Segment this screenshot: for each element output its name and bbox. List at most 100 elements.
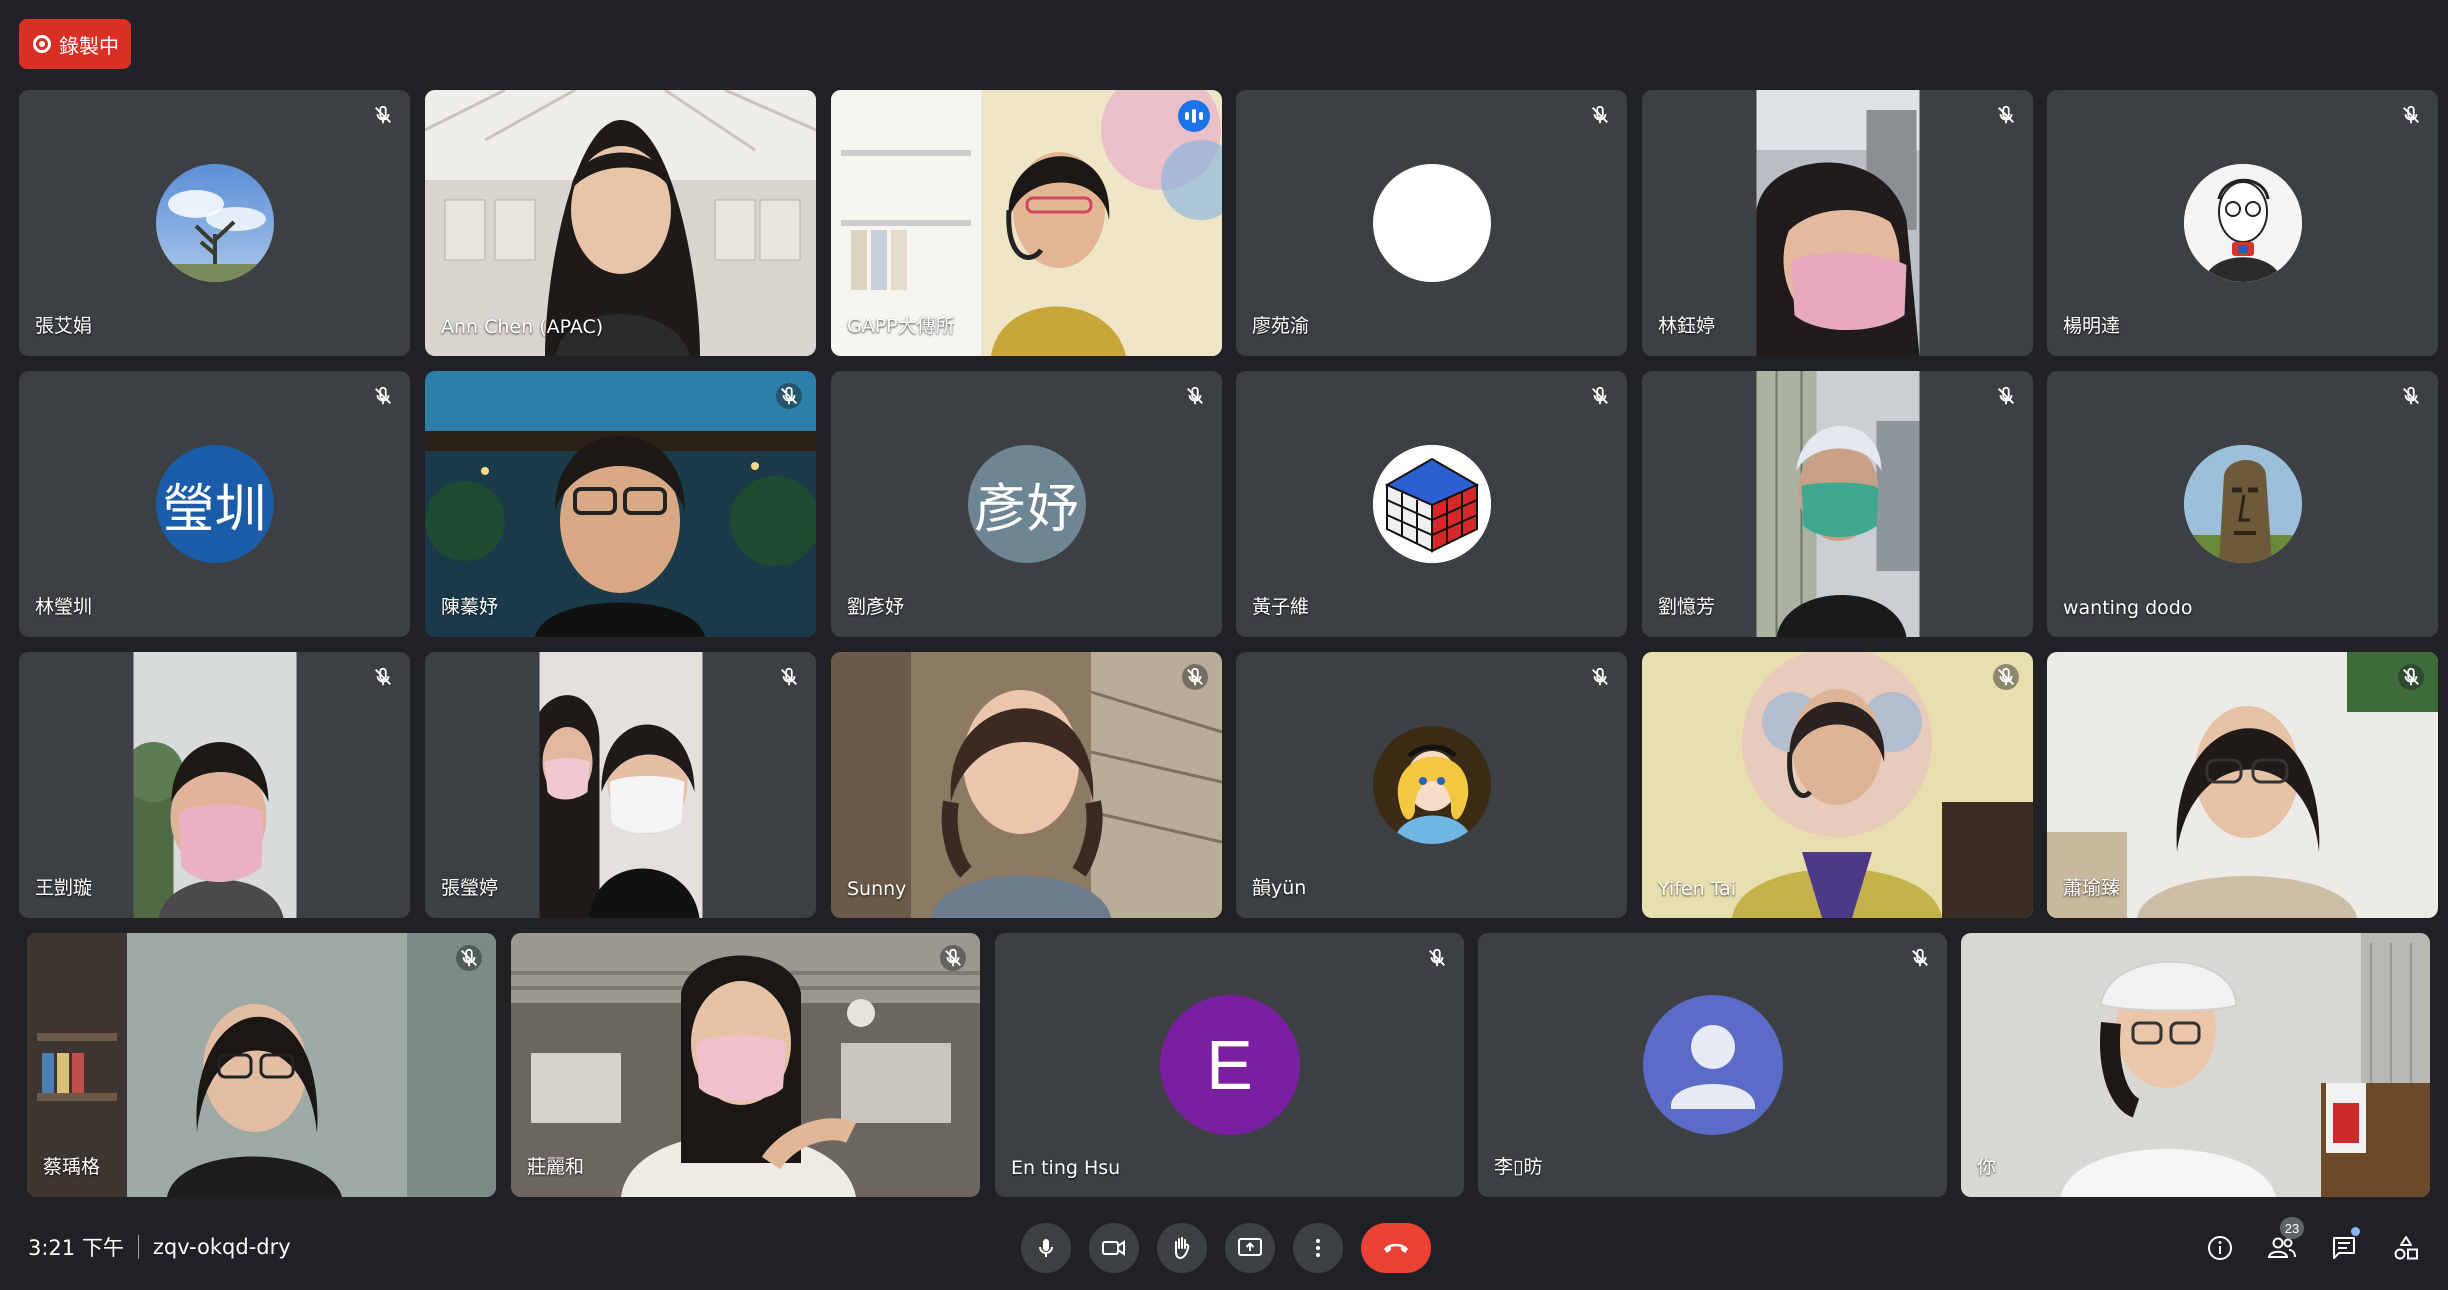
participant-name: 韻yün <box>1252 877 1307 899</box>
present-icon <box>1238 1238 1262 1256</box>
people-button[interactable]: 23 <box>2258 1217 2306 1273</box>
participant-name: Yifen Tai <box>1658 878 1737 900</box>
participant-name: En ting Hsu <box>1011 1157 1121 1179</box>
mic-off-icon <box>370 383 396 409</box>
participant-tile[interactable]: 蔡瑀格 <box>27 933 496 1197</box>
participant-tile-self[interactable]: 你 <box>1961 933 2430 1197</box>
avatar <box>155 164 274 282</box>
meeting-code[interactable]: zqv-okqd-dry <box>153 1235 291 1259</box>
participant-name: GAPP大傳所 <box>847 315 955 337</box>
participant-name: 李▯昉 <box>1494 1156 1543 1178</box>
mic-off-icon <box>776 383 802 409</box>
present-button[interactable] <box>1225 1223 1275 1273</box>
participant-name: 莊麗和 <box>527 1156 585 1178</box>
participant-tile[interactable]: 蕭瑜臻 <box>2047 652 2438 918</box>
unread-dot <box>2351 1227 2360 1236</box>
participant-name: 蔡瑀格 <box>43 1156 101 1178</box>
side-panel-controls: 23 <box>2196 1217 2430 1273</box>
mic-icon <box>1039 1239 1053 1257</box>
meeting-info: 3:21 下午 zqv-okqd-dry <box>28 1232 291 1262</box>
video-feed <box>1961 933 2430 1197</box>
person-icon <box>1670 1025 1755 1109</box>
end-call-button[interactable] <box>1361 1223 1431 1273</box>
bottom-bar: 3:21 下午 zqv-okqd-dry 23 <box>0 1210 2448 1290</box>
participant-tile[interactable]: 廖苑渝 <box>1236 90 1627 356</box>
participant-name: 黃子維 <box>1252 596 1310 618</box>
chat-icon <box>2333 1237 2355 1259</box>
mic-off-icon <box>1993 383 2019 409</box>
mic-off-icon <box>370 664 396 690</box>
participants-count-badge: 23 <box>2280 1217 2304 1239</box>
participant-name: 陳蓁妤 <box>441 596 499 618</box>
raise-hand-icon <box>1175 1237 1190 1260</box>
participant-tile[interactable]: wanting dodo <box>2047 371 2438 637</box>
participant-name: 張瑩婷 <box>441 877 499 899</box>
mic-off-icon <box>1587 383 1613 409</box>
record-icon <box>33 35 51 53</box>
end-call-icon <box>1384 1243 1408 1253</box>
participant-name: Sunny <box>847 878 907 900</box>
raise-hand-button[interactable] <box>1157 1223 1207 1273</box>
participant-name: 廖苑渝 <box>1252 315 1310 337</box>
camera-icon <box>1102 1240 1125 1256</box>
mic-off-icon <box>776 664 802 690</box>
video-feed <box>1756 90 1919 356</box>
participant-tile[interactable]: 李▯昉 <box>1478 933 1947 1197</box>
avatar: E <box>1159 995 1300 1135</box>
participant-name: 張艾娟 <box>35 315 93 337</box>
activities-button[interactable] <box>2382 1223 2430 1273</box>
mic-off-icon <box>2398 664 2424 690</box>
participant-tile[interactable]: GAPP大傳所 <box>831 90 1222 356</box>
participant-tile[interactable]: 劉憶芳 <box>1642 371 2033 637</box>
participant-name: 蕭瑜臻 <box>2063 877 2121 899</box>
mic-off-icon <box>1424 945 1450 971</box>
participant-tile[interactable]: E En ting Hsu <box>995 933 1464 1197</box>
participant-tile[interactable]: 楊明達 <box>2047 90 2438 356</box>
participant-tile[interactable]: 黃子維 <box>1236 371 1627 637</box>
participant-tile[interactable]: 彥妤 劉彥妤 <box>831 371 1222 637</box>
mic-off-icon <box>1182 664 1208 690</box>
participant-name: wanting dodo <box>2063 597 2193 619</box>
mic-button[interactable] <box>1021 1223 1071 1273</box>
mic-off-icon <box>1182 383 1208 409</box>
avatar <box>2183 164 2302 282</box>
mic-off-icon <box>1907 945 1933 971</box>
participant-tile[interactable]: 瑩圳 林瑩圳 <box>19 371 410 637</box>
participant-tile[interactable]: 林鈺婷 <box>1642 90 2033 356</box>
participant-tile[interactable]: 陳蓁妤 <box>425 371 816 637</box>
participant-tile[interactable]: 張艾娟 <box>19 90 410 356</box>
avatar <box>1372 726 1491 844</box>
participant-name: 林鈺婷 <box>1658 315 1716 337</box>
participant-name: Ann Chen (APAC) <box>441 316 604 338</box>
mic-off-icon <box>2398 383 2424 409</box>
video-feed <box>1756 371 1919 637</box>
participant-tile[interactable]: Yifen Tai <box>1642 652 2033 918</box>
recording-label: 錄製中 <box>59 35 119 58</box>
participant-tile[interactable]: 韻yün <box>1236 652 1627 918</box>
participant-name: 劉彥妤 <box>847 596 905 618</box>
avatar: 瑩圳 <box>155 445 274 563</box>
mic-off-icon <box>456 945 482 971</box>
participant-tile[interactable]: Sunny <box>831 652 1222 918</box>
participant-tile[interactable]: 王剴璇 <box>19 652 410 918</box>
info-icon <box>2208 1236 2232 1260</box>
current-time: 3:21 下午 <box>28 1236 124 1260</box>
meeting-details-button[interactable] <box>2196 1223 2244 1273</box>
avatar: 彥妤 <box>967 445 1086 563</box>
mic-off-icon <box>1587 664 1613 690</box>
participant-tile[interactable]: 張瑩婷 <box>425 652 816 918</box>
video-feed <box>133 652 296 918</box>
participant-name: 王剴璇 <box>35 877 93 899</box>
participant-tile[interactable]: Ann Chen (APAC) <box>425 90 816 356</box>
recording-badge[interactable]: 錄製中 <box>19 19 131 69</box>
more-options-button[interactable] <box>1293 1223 1343 1273</box>
mic-off-icon <box>370 102 396 128</box>
mic-off-icon <box>1587 102 1613 128</box>
camera-button[interactable] <box>1089 1223 1139 1273</box>
video-feed <box>539 652 702 918</box>
chat-button[interactable] <box>2320 1223 2368 1273</box>
avatar <box>1642 995 1783 1135</box>
avatar <box>2183 445 2302 563</box>
participant-tile[interactable]: 莊麗和 <box>511 933 980 1197</box>
mic-off-icon <box>1993 102 2019 128</box>
